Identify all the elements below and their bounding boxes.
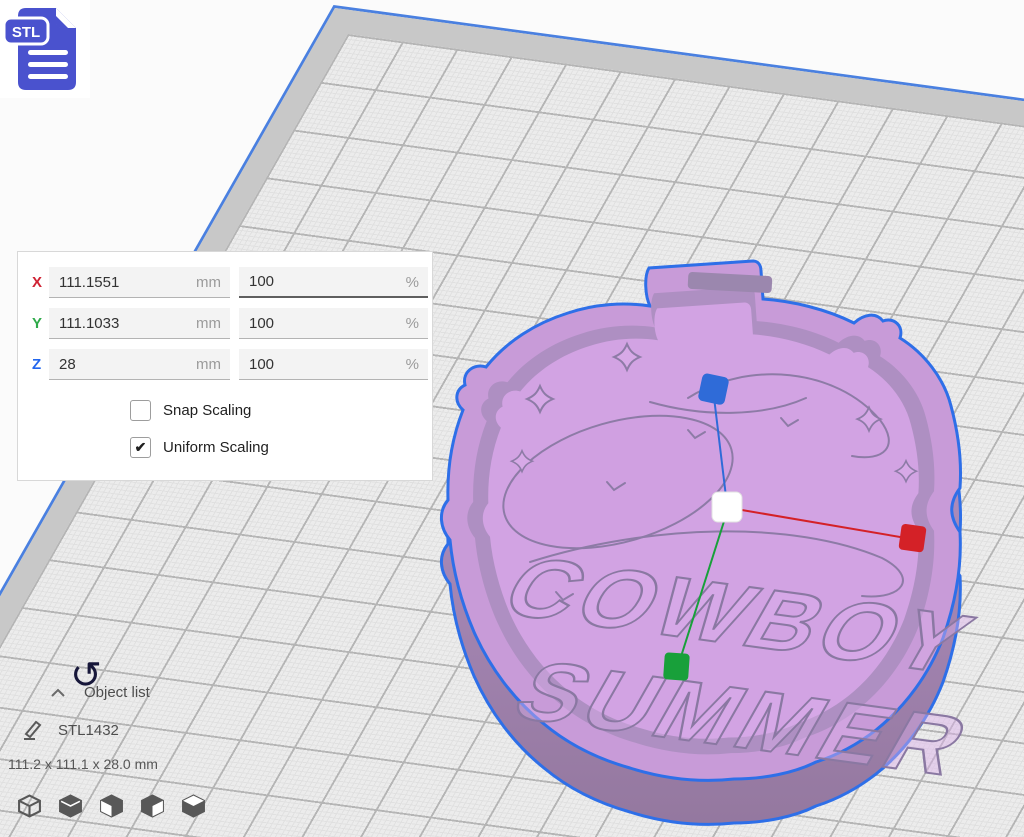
scale-row-y: Y mm % <box>18 308 432 339</box>
scale-handle-z[interactable] <box>697 373 729 406</box>
snap-scaling-checkbox[interactable] <box>130 400 151 421</box>
view-left-icon[interactable] <box>140 793 165 819</box>
object-item-name: STL1432 <box>58 722 119 739</box>
view-right-icon[interactable] <box>181 793 206 819</box>
axis-y-label: Y <box>32 315 42 332</box>
object-list-item[interactable]: STL1432 <box>22 719 119 741</box>
x-percent-input[interactable] <box>239 267 428 296</box>
stl-file-icon: STL <box>4 2 86 94</box>
axis-z-label: Z <box>32 356 41 373</box>
scale-handle-x[interactable] <box>898 523 926 552</box>
viewport: COWBOY SUMMER STL X <box>0 0 1024 837</box>
uniform-scaling-label: Uniform Scaling <box>163 439 269 456</box>
uniform-scaling-checkbox[interactable]: ✔ <box>130 437 151 458</box>
view-3d-icon[interactable] <box>17 793 42 819</box>
x-percent-field-wrap: % <box>239 267 428 298</box>
object-list-title: Object list <box>84 684 150 701</box>
axis-x-label: X <box>32 274 42 291</box>
x-mm-field-wrap: mm <box>49 267 230 298</box>
z-mm-field-wrap: mm <box>49 349 230 380</box>
scale-handle-center[interactable] <box>712 492 742 522</box>
uniform-check-glyph: ✔ <box>135 439 147 456</box>
uniform-scaling-row: ✔ Uniform Scaling <box>130 437 269 458</box>
scale-handle-y[interactable] <box>663 652 690 681</box>
view-toolbar <box>17 793 206 819</box>
object-list-header[interactable]: Object list <box>50 684 150 701</box>
z-percent-field-wrap: % <box>239 349 428 380</box>
scale-row-x: X mm % <box>18 267 432 298</box>
object-dimensions: 111.2 x 111.1 x 28.0 mm <box>8 756 158 772</box>
x-mm-input[interactable] <box>49 267 230 297</box>
scale-tool-panel: X mm % Y mm % Z mm <box>17 251 433 481</box>
model-3d[interactable]: COWBOY SUMMER <box>404 248 996 830</box>
z-percent-input[interactable] <box>239 349 428 379</box>
z-mm-input[interactable] <box>49 349 230 379</box>
y-percent-field-wrap: % <box>239 308 428 339</box>
snap-scaling-label: Snap Scaling <box>163 402 251 419</box>
view-top-icon[interactable] <box>99 793 124 819</box>
y-mm-field-wrap: mm <box>49 308 230 339</box>
svg-text:STL: STL <box>12 24 40 41</box>
chevron-up-icon <box>50 688 66 698</box>
stl-file-tile[interactable]: STL <box>0 0 90 98</box>
edit-pencil-icon <box>22 719 44 741</box>
y-percent-input[interactable] <box>239 308 428 338</box>
scale-row-z: Z mm % <box>18 349 432 380</box>
view-front-icon[interactable] <box>58 793 83 819</box>
y-mm-input[interactable] <box>49 308 230 338</box>
snap-scaling-row: Snap Scaling <box>130 400 251 421</box>
